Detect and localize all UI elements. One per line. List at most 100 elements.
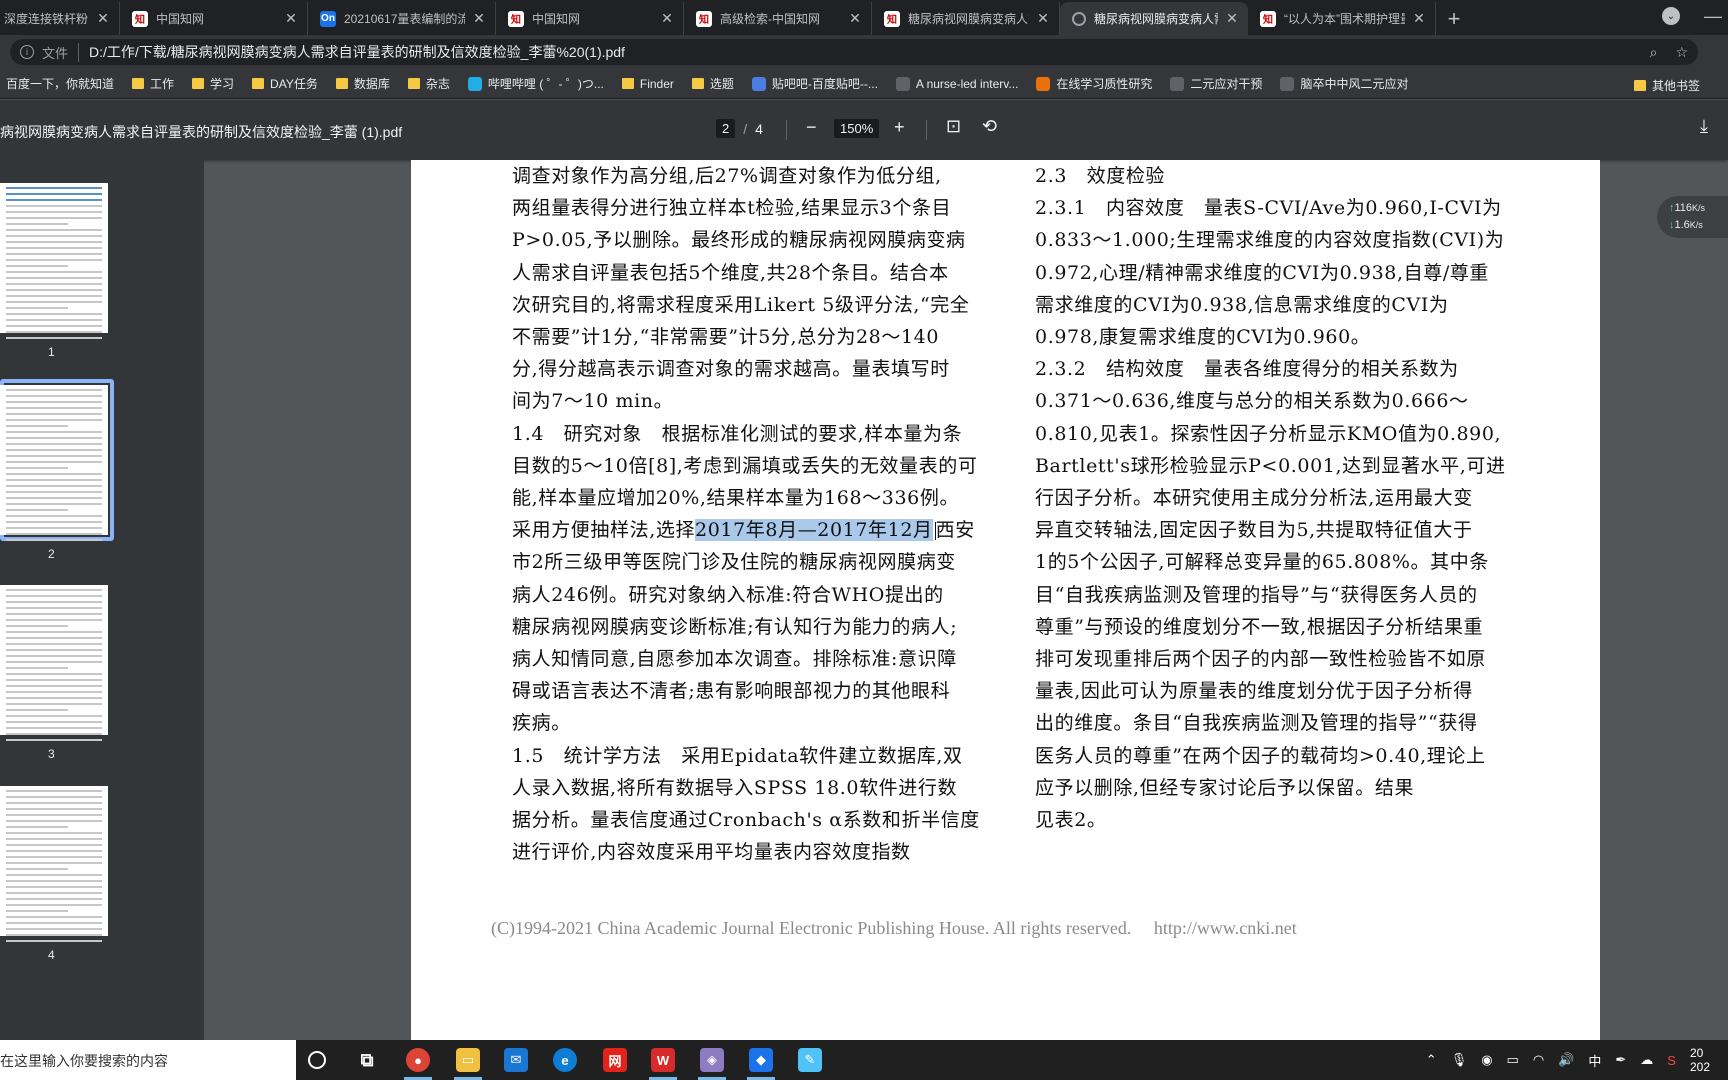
bookmark-item[interactable]: 二元应对干预 bbox=[1170, 75, 1262, 92]
mindmap-icon[interactable]: ◆ bbox=[747, 1048, 775, 1080]
thumbnail-page-4[interactable] bbox=[0, 786, 108, 942]
bookmark-item[interactable]: 哔哩哔哩 ( ゜- ゜)つ... bbox=[467, 75, 604, 92]
clock[interactable]: 20 202 bbox=[1690, 1046, 1724, 1074]
close-icon[interactable]: ✕ bbox=[847, 10, 863, 27]
bookmark-star-icon[interactable]: ☆ bbox=[1675, 44, 1688, 61]
pen-icon[interactable]: ✒ bbox=[1615, 1052, 1626, 1068]
file-explorer-icon[interactable]: ▭ bbox=[454, 1048, 482, 1080]
current-page-input[interactable]: 2 bbox=[716, 119, 736, 138]
cloud-icon[interactable]: ☁ bbox=[1640, 1052, 1653, 1068]
cortana-icon[interactable] bbox=[308, 1051, 326, 1069]
notify-icon[interactable]: S bbox=[1667, 1053, 1676, 1068]
bookmark-item[interactable]: 工作 bbox=[132, 75, 174, 92]
thumb-text-line bbox=[6, 649, 102, 651]
battery-icon[interactable]: ▭ bbox=[1507, 1052, 1519, 1068]
bookmark-item[interactable]: DAY任务 bbox=[252, 75, 318, 92]
thumb-text-line bbox=[6, 826, 68, 828]
thumb-text-line bbox=[6, 425, 68, 427]
browser-tab[interactable]: 深度连接铁杆粉 ✕ bbox=[0, 2, 120, 35]
network-speed-widget[interactable]: ↑116K/s ↓1.6K/s bbox=[1657, 196, 1728, 238]
task-view-icon[interactable]: ⧉ bbox=[355, 1048, 379, 1072]
close-icon[interactable]: ✕ bbox=[659, 10, 675, 27]
info-icon[interactable]: i bbox=[20, 45, 34, 59]
close-icon[interactable]: ✕ bbox=[1035, 10, 1051, 27]
security-icon[interactable]: ◉ bbox=[1481, 1052, 1492, 1068]
browser-tab[interactable]: On 20210617量表编制的流程 ✕ bbox=[308, 2, 496, 35]
browser-tab[interactable]: 知中国知网 ✕ bbox=[120, 2, 308, 35]
microphone-icon[interactable]: 🎙 bbox=[1451, 1052, 1468, 1068]
address-bar[interactable]: i 文件 D:/工作/下载/糖尿病视网膜病变病人需求自评量表的研制及信效度检验_… bbox=[10, 39, 1698, 65]
thumbnail-page-1[interactable] bbox=[0, 183, 108, 339]
tab-title: 高级检索-中国知网 bbox=[720, 12, 820, 26]
ime-icon[interactable]: 中 bbox=[1588, 1051, 1601, 1070]
thumb-text-line bbox=[6, 697, 102, 699]
zoom-level-input[interactable]: 150% bbox=[834, 119, 880, 138]
chrome-icon[interactable]: ● bbox=[404, 1048, 432, 1080]
download-icon[interactable]: ⤓ bbox=[1700, 116, 1708, 137]
mail-icon[interactable]: ✉ bbox=[504, 1048, 528, 1072]
page-selector[interactable]: 2 / 4 bbox=[716, 119, 763, 138]
thumb-text-line bbox=[6, 461, 102, 463]
text-line: Bartlett's球形检验显示P<0.001,达到显著水平,可进 bbox=[1035, 454, 1506, 477]
taskbar-search-input[interactable]: 在这里输入你要搜索的内容 bbox=[0, 1040, 296, 1080]
text-line: 病人知情同意,自愿参加本次调查。排除标准:意识障 bbox=[512, 643, 1012, 675]
zoom-in-icon[interactable]: + bbox=[894, 117, 905, 138]
browser-tab[interactable]: 知 “以人为本”围术期护理量表 ✕ bbox=[1248, 2, 1436, 35]
close-icon[interactable]: ✕ bbox=[283, 10, 299, 27]
other-bookmarks[interactable]: 其他书签 bbox=[1633, 77, 1700, 94]
thumb-text-line bbox=[6, 217, 102, 219]
tray-overflow-icon[interactable]: ⌃ bbox=[1426, 1052, 1437, 1068]
tab-search-icon[interactable]: ⌄ bbox=[1662, 7, 1680, 25]
bookmark-item[interactable]: 贴吧吧-百度贴吧--... bbox=[751, 75, 878, 92]
bookmark-label: 在线学习质性研究 bbox=[1056, 77, 1153, 91]
close-icon[interactable]: ✕ bbox=[1224, 10, 1240, 27]
text-line: 调查对象作为高分组,后27%调查对象作为低分组, bbox=[512, 160, 1012, 192]
text-line: P>0.05,予以删除。最终形成的糖尿病视网膜病变病 bbox=[512, 224, 1012, 256]
fit-page-icon[interactable]: ⊡ bbox=[946, 116, 961, 137]
bookmark-item[interactable]: 数据库 bbox=[335, 75, 390, 92]
pdf-page[interactable]: 调查对象作为高分组,后27%调查对象作为低分组, 两组量表得分进行独立样本t检验,… bbox=[411, 160, 1600, 1040]
thumb-text-line bbox=[6, 739, 102, 741]
wps-icon[interactable]: W bbox=[649, 1048, 677, 1080]
highlighted-text[interactable]: 2017年8月—2017年12月 bbox=[695, 519, 933, 542]
bookmark-item[interactable]: A nurse-led interv... bbox=[895, 76, 1018, 91]
text-line: 分,得分越高表示调查对象的需求越高。量表填写时 bbox=[512, 353, 1012, 385]
thumb-text-line bbox=[6, 437, 102, 439]
address-url[interactable]: D:/工作/下载/糖尿病视网膜病变病人需求自评量表的研制及信效度检验_李蕾%20… bbox=[89, 42, 1632, 62]
browser-tab[interactable]: 知糖尿病视网膜病变病人需求 ✕ bbox=[872, 2, 1060, 35]
thumbnail-page-3[interactable] bbox=[0, 585, 108, 741]
thumb-text-line bbox=[6, 283, 102, 285]
volume-icon[interactable]: 🔊 bbox=[1558, 1052, 1574, 1068]
thumbnail-page-2[interactable] bbox=[0, 385, 108, 541]
minimize-icon[interactable]: — bbox=[1704, 6, 1722, 27]
wifi-icon[interactable]: ◠ bbox=[1533, 1052, 1544, 1068]
zoom-out-icon[interactable]: − bbox=[806, 117, 817, 138]
rotate-icon[interactable]: ⟲ bbox=[982, 116, 997, 137]
close-icon[interactable]: ✕ bbox=[95, 10, 111, 27]
bookmark-item[interactable]: 选题 bbox=[691, 75, 734, 92]
new-tab-button[interactable]: + bbox=[1436, 2, 1472, 35]
bookmark-item[interactable]: 脑卒中中风二元应对 bbox=[1280, 75, 1408, 92]
bookmark-item[interactable]: 在线学习质性研究 bbox=[1036, 75, 1152, 92]
browser-tab[interactable]: 糖尿病视网膜病变病人需求 ✕ bbox=[1060, 2, 1248, 35]
speed-unit: K/s bbox=[1692, 203, 1706, 213]
notes-icon[interactable]: ✎ bbox=[798, 1048, 822, 1072]
thumb-text-line bbox=[6, 820, 102, 822]
zoom-icon[interactable]: ⌕ bbox=[1650, 44, 1658, 61]
bookmark-item[interactable]: Finder bbox=[621, 76, 674, 91]
close-icon[interactable]: ✕ bbox=[1411, 10, 1427, 27]
bookmark-item[interactable]: 百度一下，你就知道 bbox=[6, 75, 114, 92]
browser-tab[interactable]: 知高级检索-中国知网 ✕ bbox=[684, 2, 872, 35]
text-segment: 病人246例。研究对象纳入标准:符合WHO提出的 bbox=[512, 583, 944, 606]
address-bar-row: i 文件 D:/工作/下载/糖尿病视网膜病变病人需求自评量表的研制及信效度检验_… bbox=[0, 35, 1728, 69]
close-icon[interactable]: ✕ bbox=[471, 10, 487, 27]
netease-icon[interactable]: 网 bbox=[603, 1048, 627, 1072]
photos-icon[interactable]: ◈ bbox=[698, 1048, 726, 1080]
thumbnail-label: 1 bbox=[48, 345, 55, 359]
bookmark-item[interactable]: 学习 bbox=[192, 75, 234, 92]
bookmark-label: Finder bbox=[639, 76, 674, 91]
bookmark-item[interactable]: 杂志 bbox=[407, 75, 450, 92]
edge-icon[interactable]: e bbox=[553, 1048, 577, 1072]
text-line: 出的维度。条目“自我疾病监测及管理的指导”“获得 bbox=[1035, 712, 1478, 735]
browser-tab[interactable]: 知中国知网 ✕ bbox=[496, 2, 684, 35]
